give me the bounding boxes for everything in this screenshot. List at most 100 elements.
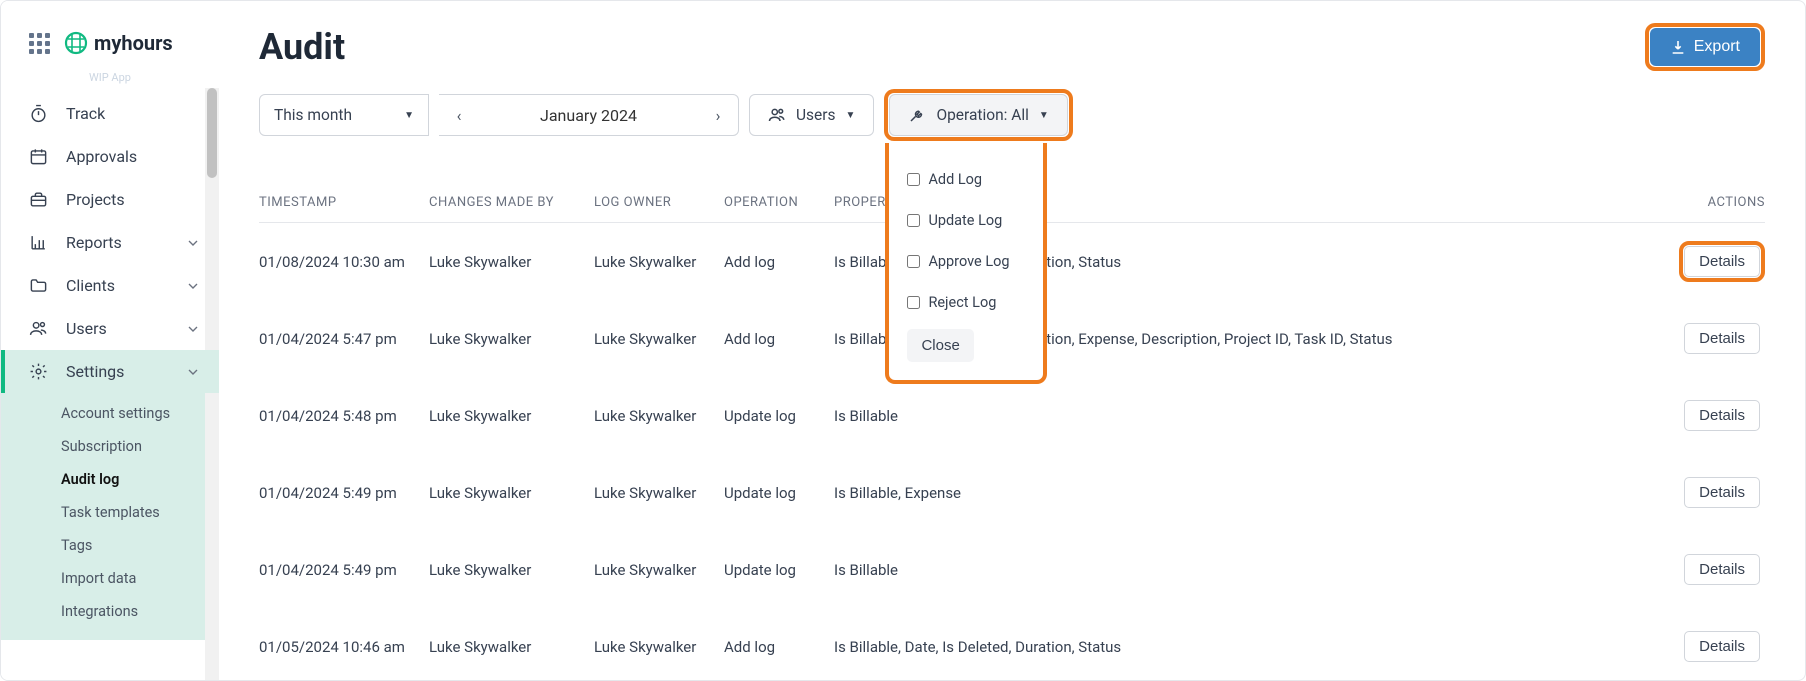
users-filter-label: Users — [796, 106, 836, 124]
operation-checkbox[interactable] — [907, 296, 920, 309]
sidebar-item-clients[interactable]: Clients — [1, 264, 219, 307]
gear-icon — [29, 362, 48, 381]
sidebar-item-label: Track — [66, 104, 105, 123]
operation-filter[interactable]: Operation: All ▼ — [889, 94, 1067, 136]
table-row: 01/05/2024 10:46 amLuke SkywalkerLuke Sk… — [259, 608, 1765, 680]
details-highlight: Details — [1679, 549, 1765, 590]
cell-changes-by: Luke Skywalker — [429, 253, 594, 271]
details-button[interactable]: Details — [1684, 554, 1760, 585]
cell-changes-by: Luke Skywalker — [429, 484, 594, 502]
sidebar: myhours WIP App TrackApprovalsProjectsRe… — [1, 1, 219, 680]
details-button[interactable]: Details — [1684, 477, 1760, 508]
cell-log-owner: Luke Skywalker — [594, 330, 724, 348]
operation-checkbox[interactable] — [907, 255, 920, 268]
month-navigator: ‹ January 2024 › — [439, 94, 739, 136]
users-filter[interactable]: Users ▼ — [749, 94, 874, 136]
cell-properties: Is Billable, Date, Is Deleted, Duration,… — [834, 638, 1675, 656]
download-icon — [1670, 39, 1686, 55]
details-button[interactable]: Details — [1684, 246, 1760, 277]
cell-changes-by: Luke Skywalker — [429, 407, 594, 425]
operation-checkbox[interactable] — [907, 214, 920, 227]
sidebar-item-label: Users — [66, 319, 107, 338]
cell-operation: Add log — [724, 638, 834, 656]
sidebar-item-label: Projects — [66, 190, 125, 209]
briefcase-icon — [29, 190, 48, 209]
settings-sub-item[interactable]: Account settings — [1, 397, 219, 430]
settings-sub-item[interactable]: Tags — [1, 529, 219, 562]
settings-sub-item[interactable]: Audit log — [1, 463, 219, 496]
header-actions: ACTIONS — [1675, 195, 1765, 210]
export-label: Export — [1694, 38, 1740, 56]
page-title: Audit — [259, 26, 345, 68]
cell-properties: Is Billable — [834, 561, 1675, 579]
details-button[interactable]: Details — [1684, 323, 1760, 354]
sidebar-item-label: Approvals — [66, 147, 137, 166]
operation-option[interactable]: Reject Log — [907, 282, 1025, 323]
sidebar-item-users[interactable]: Users — [1, 307, 219, 350]
caret-down-icon: ▼ — [1039, 110, 1049, 121]
header-log-owner: LOG OWNER — [594, 195, 724, 210]
cell-operation: Update log — [724, 561, 834, 579]
operation-dropdown: Add LogUpdate LogApprove Log Reject Log Cl… — [885, 143, 1047, 384]
caret-down-icon: ▼ — [404, 110, 414, 121]
apps-grid-icon[interactable] — [29, 33, 50, 54]
cell-operation: Update log — [724, 484, 834, 502]
next-month-button[interactable]: › — [698, 106, 738, 125]
details-highlight: Details — [1679, 395, 1765, 436]
cell-changes-by: Luke Skywalker — [429, 561, 594, 579]
folder-icon — [29, 276, 48, 295]
settings-sub-item[interactable]: Task templates — [1, 496, 219, 529]
sidebar-item-reports[interactable]: Reports — [1, 221, 219, 264]
prev-month-button[interactable]: ‹ — [439, 106, 479, 125]
cell-log-owner: Luke Skywalker — [594, 638, 724, 656]
cell-log-owner: Luke Skywalker — [594, 561, 724, 579]
details-button[interactable]: Details — [1684, 631, 1760, 662]
cell-actions: Details — [1675, 549, 1765, 590]
export-button[interactable]: Export — [1650, 28, 1760, 66]
header-timestamp: TIMESTAMP — [259, 195, 429, 210]
details-button[interactable]: Details — [1684, 400, 1760, 431]
period-selector[interactable]: This month ▼ — [259, 94, 429, 136]
sidebar-item-track[interactable]: Track — [1, 92, 219, 135]
table-row: 01/04/2024 5:49 pmLuke SkywalkerLuke Sky… — [259, 454, 1765, 531]
details-highlight: Details — [1679, 241, 1765, 282]
details-highlight: Details — [1679, 318, 1765, 359]
cell-properties: Is Billable — [834, 407, 1675, 425]
chevron-down-icon — [185, 278, 201, 294]
brand-name: myhours — [94, 31, 173, 55]
wrench-icon — [908, 106, 926, 124]
settings-sub-item[interactable]: Import data — [1, 562, 219, 595]
sidebar-item-label: Clients — [66, 276, 115, 295]
operation-filter-label: Operation: All — [936, 106, 1028, 124]
cell-changes-by: Luke Skywalker — [429, 638, 594, 656]
cell-changes-by: Luke Skywalker — [429, 330, 594, 348]
logo-icon — [64, 31, 88, 55]
cell-operation: Update log — [724, 407, 834, 425]
close-button[interactable]: Close — [907, 329, 973, 362]
sidebar-item-settings[interactable]: Settings — [1, 350, 219, 393]
stopwatch-icon — [29, 104, 48, 123]
operation-option[interactable]: Add Log — [907, 159, 1025, 200]
main-nav: Track Approvals Projects Reports Clients User… — [1, 88, 219, 393]
sidebar-item-projects[interactable]: Projects — [1, 178, 219, 221]
table-row: 01/04/2024 5:49 pmLuke SkywalkerLuke Sky… — [259, 531, 1765, 608]
cell-log-owner: Luke Skywalker — [594, 253, 724, 271]
operation-checkbox[interactable] — [907, 173, 920, 186]
settings-sub-item[interactable]: Integrations — [1, 595, 219, 628]
cell-operation: Add log — [724, 253, 834, 271]
chevron-down-icon — [185, 321, 201, 337]
brand-logo[interactable]: myhours — [64, 31, 173, 55]
chart-icon — [29, 233, 48, 252]
settings-sub-item[interactable]: Subscription — [1, 430, 219, 463]
details-highlight: Details — [1679, 626, 1765, 667]
sidebar-item-approvals[interactable]: Approvals — [1, 135, 219, 178]
cell-timestamp: 01/04/2024 5:49 pm — [259, 561, 429, 579]
cell-log-owner: Luke Skywalker — [594, 484, 724, 502]
users-icon — [29, 319, 48, 338]
operation-option[interactable]: Update Log — [907, 200, 1025, 241]
operation-option[interactable]: Approve Log — [907, 241, 1025, 282]
chevron-down-icon — [185, 364, 201, 380]
operation-option-label: Reject Log — [928, 294, 996, 311]
calendar-icon — [29, 147, 48, 166]
cell-operation: Add log — [724, 330, 834, 348]
